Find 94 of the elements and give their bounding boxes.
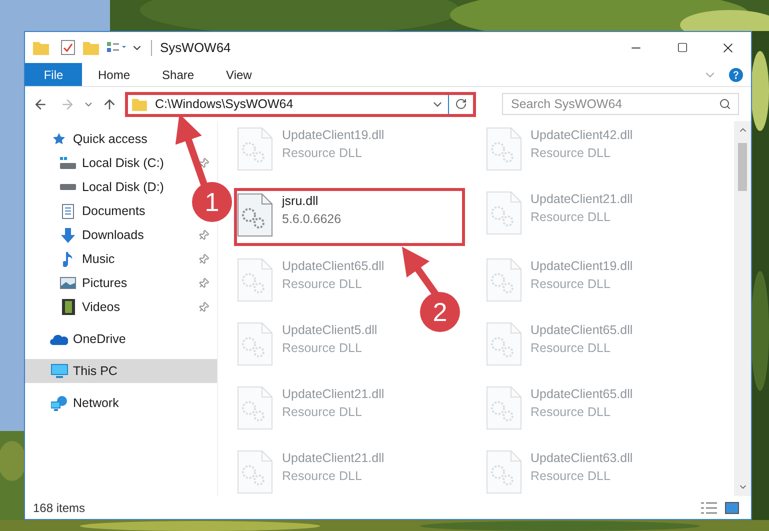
file-name: UpdateClient63.dll	[530, 450, 633, 467]
large-icons-view-icon[interactable]	[725, 502, 739, 514]
file-name: UpdateClient21.dll	[282, 386, 384, 403]
cloud-icon	[50, 334, 68, 344]
file-name: jsru.dll	[282, 193, 320, 210]
file-gear-icon	[486, 127, 522, 171]
file-gear-icon	[486, 258, 522, 302]
file-name: UpdateClient21.dll	[282, 450, 384, 467]
file-detail: Resource DLL	[530, 145, 612, 162]
up-button[interactable]	[102, 96, 117, 112]
file-name: UpdateClient19.dll	[530, 258, 633, 275]
ribbon-tab[interactable]: View	[210, 63, 268, 86]
file-name: UpdateClient65.dll	[530, 322, 633, 339]
file-gear-icon	[237, 322, 273, 366]
music-note-icon	[63, 252, 73, 266]
nav-label: Quick access	[73, 130, 148, 148]
folder-icon	[33, 40, 49, 54]
file-detail: Resource DLL	[530, 404, 612, 421]
scroll-thumb[interactable]	[738, 143, 747, 191]
address-path: C:\Windows\SysWOW64	[155, 96, 294, 113]
details-view-icon[interactable]	[701, 502, 717, 514]
file-detail: Resource DLL	[282, 276, 363, 293]
help-icon[interactable]	[729, 68, 743, 82]
file-gear-icon	[486, 386, 522, 430]
nav-label: This PC	[73, 362, 118, 380]
ribbon-tab[interactable]: Home	[82, 63, 146, 86]
file-name: UpdateClient42.dll	[530, 127, 633, 144]
file-detail: Resource DLL	[282, 340, 363, 357]
nav-item[interactable]: Network	[25, 391, 127, 415]
file-name: UpdateClient65.dll	[282, 258, 384, 275]
nav-item[interactable]: Videos	[25, 295, 217, 319]
network-icon	[50, 396, 68, 410]
file-name: UpdateClient5.dll	[282, 322, 378, 339]
nav-label: Pictures	[82, 274, 128, 292]
file-detail: Resource DLL	[282, 404, 363, 421]
maximize-icon[interactable]	[676, 42, 688, 53]
nav-item[interactable]: OneDrive	[25, 327, 134, 351]
file-detail: Resource DLL	[530, 340, 612, 357]
document-icon	[62, 204, 74, 218]
nav-item[interactable]: Music	[25, 247, 217, 271]
nav-item[interactable]: Pictures	[25, 271, 217, 295]
file-gear-icon	[486, 450, 522, 494]
ribbon-tab[interactable]: File	[25, 63, 82, 86]
item-count: 168 items	[33, 500, 86, 516]
star-icon	[52, 132, 66, 146]
refresh-icon[interactable]	[455, 98, 467, 110]
file-gear-icon	[237, 193, 273, 237]
nav-item[interactable]: This PC	[25, 359, 217, 383]
nav-label: Documents	[82, 202, 146, 220]
folder-icon	[132, 98, 147, 110]
file-detail: Resource DLL	[530, 276, 612, 293]
new-folder-icon	[83, 40, 99, 54]
picture-icon	[60, 277, 76, 289]
properties-icon	[61, 40, 75, 55]
nav-label: Network	[73, 394, 119, 412]
file-gear-icon	[237, 386, 273, 430]
file-gear-icon	[237, 258, 273, 302]
window-title: SysWOW64	[160, 38, 231, 57]
file-name: UpdateClient19.dll	[282, 127, 384, 144]
nav-item[interactable]: Downloads	[25, 223, 217, 247]
monitor-icon	[50, 364, 68, 378]
view-icon	[107, 42, 127, 54]
file-gear-icon	[237, 127, 273, 171]
file-gear-icon	[237, 450, 273, 494]
scrollbar[interactable]	[734, 121, 751, 496]
nav-label: Local Disk (C:)	[82, 154, 165, 172]
nav-item[interactable]: Documents	[25, 199, 154, 223]
drive-icon	[60, 184, 76, 190]
nav-label: OneDrive	[73, 330, 126, 348]
file-detail: 5.6.0.6626	[282, 211, 342, 228]
file-detail: Resource DLL	[530, 468, 612, 485]
file-detail: Resource DLL	[282, 145, 363, 162]
drive-icon	[60, 157, 76, 169]
file-gear-icon	[486, 322, 522, 366]
nav-item[interactable]: Local Disk (C:)	[25, 151, 217, 175]
file-detail: Resource DLL	[530, 209, 612, 226]
file-tile[interactable]: jsru.dll 5.6.0.6626	[234, 188, 465, 246]
film-icon	[62, 299, 74, 315]
nav-label: Music	[82, 250, 116, 268]
download-icon	[61, 228, 75, 242]
search-icon	[719, 98, 731, 110]
nav-label: Downloads	[82, 226, 145, 244]
back-button[interactable]	[33, 96, 48, 112]
nav-label: Local Disk (D:)	[82, 178, 164, 196]
file-gear-icon	[486, 191, 522, 235]
ribbon-tab[interactable]: Share	[146, 63, 210, 86]
file-detail: Resource DLL	[282, 468, 363, 485]
search-field[interactable]: Search SysWOW64	[502, 93, 739, 115]
file-name: UpdateClient21.dll	[530, 191, 633, 208]
nav-label: Videos	[82, 298, 121, 316]
nav-item[interactable]: Quick access	[25, 127, 156, 151]
nav-item[interactable]: Local Disk (D:)	[25, 175, 172, 199]
file-name: UpdateClient65.dll	[530, 386, 633, 403]
address-field[interactable]: C:\Windows\SysWOW64	[125, 92, 476, 116]
